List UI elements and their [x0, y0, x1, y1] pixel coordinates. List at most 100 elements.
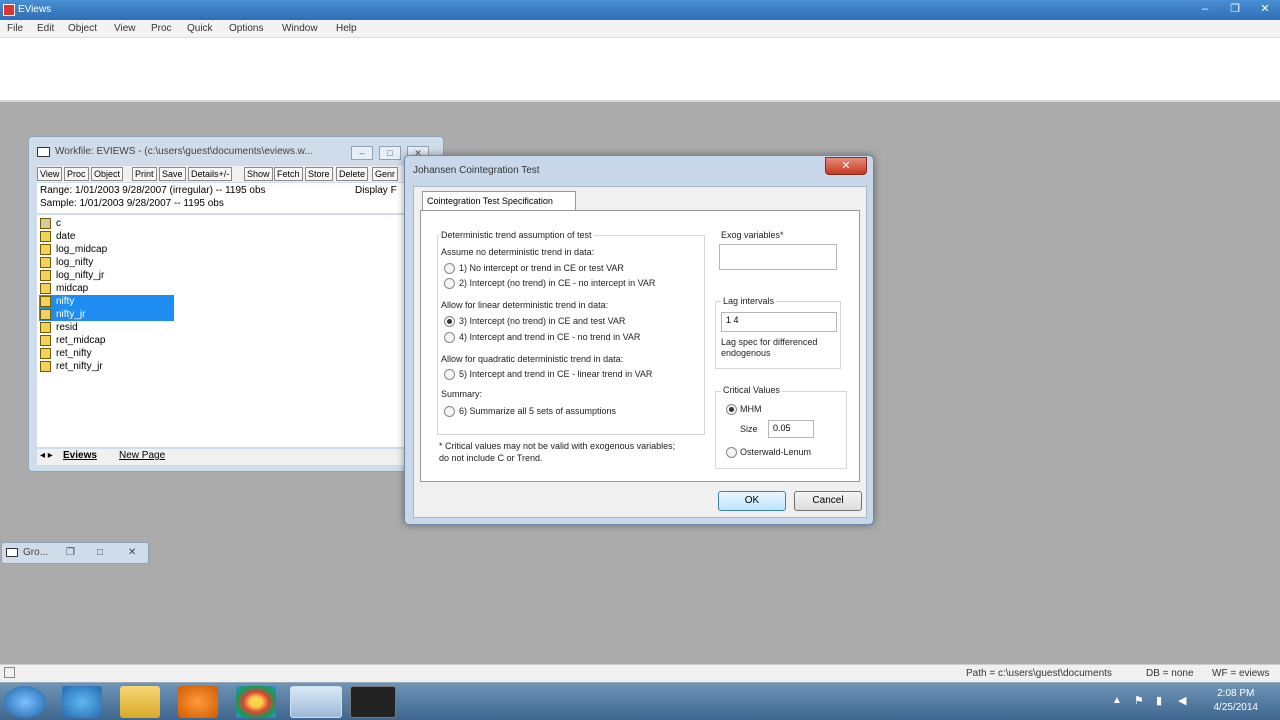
- fetch-button[interactable]: Fetch: [274, 167, 303, 181]
- radio-option-1[interactable]: [444, 263, 455, 274]
- store-button[interactable]: Store: [305, 167, 333, 181]
- menu-options[interactable]: Options: [229, 23, 263, 34]
- option-5-label: 5) Intercept and trend in CE - linear tr…: [459, 369, 653, 379]
- network-icon[interactable]: ▮: [1156, 694, 1162, 707]
- maximize-button[interactable]: ❐: [1220, 0, 1250, 18]
- view-button[interactable]: View: [37, 167, 63, 181]
- internet-explorer-icon[interactable]: [62, 686, 102, 718]
- status-path: Path = c:\users\guest\documents: [966, 668, 1112, 679]
- tab-scroll-arrows[interactable]: ◂ ▸: [40, 450, 53, 461]
- save-button[interactable]: Save: [159, 167, 186, 181]
- group-title: Gro...: [23, 547, 49, 558]
- minimize-button[interactable]: –: [1190, 0, 1220, 18]
- menu-help[interactable]: Help: [336, 23, 357, 34]
- group-restore-button[interactable]: ❐: [66, 547, 75, 558]
- lag-intervals-label: Lag intervals: [721, 296, 777, 306]
- command-window[interactable]: [0, 38, 1280, 102]
- print-button[interactable]: Print: [132, 167, 157, 181]
- object-item-selected[interactable]: nifty_jr: [39, 308, 174, 321]
- tray-arrow-icon[interactable]: ▲: [1112, 695, 1122, 706]
- object-list: c date log_midcap log_nifty log_nifty_jr…: [37, 215, 441, 447]
- menu-proc[interactable]: Proc: [151, 23, 172, 34]
- radio-mhm[interactable]: [726, 404, 737, 415]
- page-tabs: ◂ ▸ Eviews New Page: [37, 449, 441, 465]
- group-window-minimized[interactable]: Gro... ❐ □ ✕: [1, 542, 149, 564]
- menu-edit[interactable]: Edit: [37, 23, 54, 34]
- object-item[interactable]: log_midcap: [39, 243, 174, 256]
- status-db: DB = none: [1146, 668, 1194, 679]
- chrome-icon[interactable]: [236, 686, 276, 718]
- spec-panel: Deterministic trend assumption of test A…: [420, 210, 860, 482]
- object-item[interactable]: ret_nifty: [39, 347, 174, 360]
- radio-option-4[interactable]: [444, 332, 455, 343]
- menu-object[interactable]: Object: [68, 23, 97, 34]
- show-button[interactable]: Show: [244, 167, 273, 181]
- workfile-info: Range: 1/01/2003 9/28/2007 (irregular) -…: [37, 183, 441, 213]
- series-icon: [40, 361, 51, 372]
- group-close-button[interactable]: ✕: [128, 547, 136, 558]
- object-item-selected[interactable]: nifty: [39, 295, 174, 308]
- clock[interactable]: 2:08 PM 4/25/2014: [1214, 687, 1259, 715]
- menu-view[interactable]: View: [114, 23, 136, 34]
- eviews-taskbar-icon[interactable]: [290, 686, 342, 718]
- object-item[interactable]: midcap: [39, 282, 174, 295]
- series-icon: [40, 257, 51, 268]
- size-label: Size: [740, 424, 758, 434]
- group-icon: [6, 548, 18, 557]
- delete-button[interactable]: Delete: [336, 167, 369, 181]
- option-1-label: 1) No intercept or trend in CE or test V…: [459, 263, 624, 273]
- section-summary: Summary:: [441, 389, 483, 399]
- file-explorer-icon[interactable]: [120, 686, 160, 718]
- lag-intervals-input[interactable]: 1 4: [721, 312, 837, 332]
- media-player-icon[interactable]: [178, 686, 218, 718]
- sample-text: Sample: 1/01/2003 9/28/2007 -- 1195 obs: [40, 198, 224, 209]
- radio-option-5[interactable]: [444, 369, 455, 380]
- object-item[interactable]: log_nifty: [39, 256, 174, 269]
- option-2-label: 2) Intercept (no trend) in CE - no inter…: [459, 278, 656, 288]
- object-item[interactable]: log_nifty_jr: [39, 269, 174, 282]
- object-button[interactable]: Object: [91, 167, 124, 181]
- workfile-toolbar: View Proc Object Print Save Details+/- S…: [37, 166, 441, 182]
- tab-cointegration-spec[interactable]: Cointegration Test Specification: [422, 191, 576, 211]
- genr-button[interactable]: Genr: [372, 167, 399, 181]
- dialog-title: Johansen Cointegration Test: [413, 165, 540, 176]
- clock-time: 2:08 PM: [1217, 688, 1255, 699]
- object-item[interactable]: ret_midcap: [39, 334, 174, 347]
- object-item[interactable]: resid: [39, 321, 174, 334]
- range-text: Range: 1/01/2003 9/28/2007 (irregular) -…: [40, 185, 266, 196]
- close-app-button[interactable]: ✕: [1250, 0, 1280, 18]
- section-linear-trend: Allow for linear deterministic trend in …: [441, 300, 609, 310]
- object-item[interactable]: date: [39, 230, 174, 243]
- flag-icon[interactable]: ⚑: [1134, 694, 1144, 707]
- option-3-label: 3) Intercept (no trend) in CE and test V…: [459, 316, 626, 326]
- series-icon: [40, 322, 51, 333]
- exog-variables-input[interactable]: [719, 244, 837, 270]
- app-title: EViews: [18, 4, 52, 15]
- details-button[interactable]: Details+/-: [188, 167, 233, 181]
- cancel-button[interactable]: Cancel: [794, 491, 862, 511]
- radio-osterwald-lenum[interactable]: [726, 447, 737, 458]
- menu-quick[interactable]: Quick: [187, 23, 213, 34]
- series-icon: [40, 244, 51, 255]
- object-item[interactable]: c: [39, 217, 174, 230]
- option-4-label: 4) Intercept and trend in CE - no trend …: [459, 332, 641, 342]
- volume-icon[interactable]: ◀: [1178, 694, 1186, 707]
- camera-app-icon[interactable]: [350, 686, 396, 718]
- tab-new-page[interactable]: New Page: [119, 450, 165, 461]
- group-maximize-button[interactable]: □: [97, 547, 103, 558]
- size-input[interactable]: 0.05: [768, 420, 814, 438]
- proc-button[interactable]: Proc: [64, 167, 89, 181]
- ok-button[interactable]: OK: [718, 491, 786, 511]
- dialog-close-button[interactable]: ✕: [825, 157, 867, 175]
- status-wf: WF = eviews: [1212, 668, 1270, 679]
- object-item[interactable]: ret_nifty_jr: [39, 360, 174, 373]
- tab-eviews[interactable]: Eviews: [63, 450, 97, 461]
- radio-option-3[interactable]: [444, 316, 455, 327]
- menu-file[interactable]: File: [7, 23, 23, 34]
- radio-option-2[interactable]: [444, 278, 455, 289]
- radio-option-6[interactable]: [444, 406, 455, 417]
- menu-window[interactable]: Window: [282, 23, 318, 34]
- workfile-maximize-button[interactable]: □: [379, 146, 401, 160]
- workfile-minimize-button[interactable]: –: [351, 146, 373, 160]
- start-button[interactable]: [4, 686, 46, 718]
